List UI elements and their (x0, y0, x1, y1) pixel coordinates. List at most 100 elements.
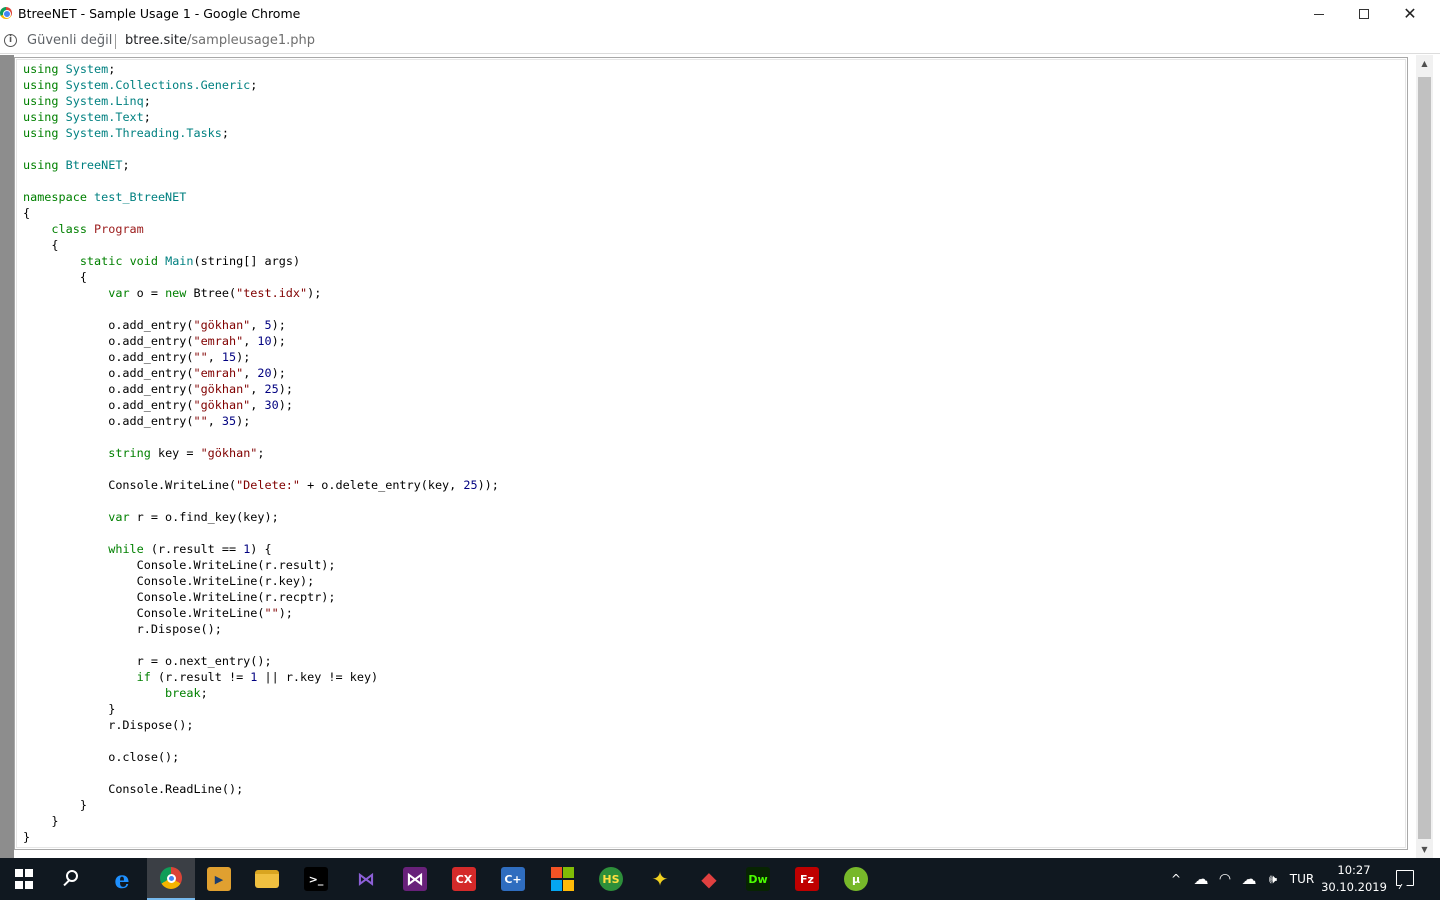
code-line: class Program (23, 221, 499, 237)
code-line: { (23, 205, 499, 221)
close-button[interactable]: ✕ (1387, 0, 1433, 28)
code-token: using (23, 158, 59, 172)
code-token: } (23, 798, 87, 812)
code-line: o.add_entry("", 15); (23, 349, 499, 365)
chevron-up-icon: ^ (1170, 872, 1182, 886)
language-indicator[interactable]: TUR (1287, 858, 1317, 900)
code-token: void (129, 254, 158, 268)
scrollbar-thumb[interactable] (1418, 77, 1431, 839)
scroll-up-arrow-icon[interactable]: ▲ (1416, 55, 1433, 72)
taskbar-item-edge[interactable]: e (98, 858, 146, 900)
cpp-builder-icon: C+ (501, 867, 525, 891)
code-token: ) { (250, 542, 272, 556)
cloud-upload-tray-button[interactable]: ☁ (1238, 858, 1260, 900)
scroll-down-arrow-icon[interactable]: ▼ (1416, 841, 1433, 858)
taskbar-item-red-app[interactable]: ◆ (685, 858, 733, 900)
maximize-button[interactable] (1341, 0, 1387, 28)
vertical-scrollbar[interactable]: ▲ ▼ (1416, 55, 1433, 858)
taskbar-item-vs[interactable]: ⋈ (391, 858, 439, 900)
code-line: o.add_entry("gökhan", 5); (23, 317, 499, 333)
code-line: while (r.result == 1) { (23, 541, 499, 557)
code-token: ); (271, 334, 286, 348)
code-line: break; (23, 685, 499, 701)
code-line: using System; (23, 61, 499, 77)
code-token: , (207, 414, 222, 428)
volume-tray-button[interactable]: 🕪 (1262, 858, 1284, 900)
dreamweaver-icon: Dw (746, 867, 770, 891)
code-line: r = o.next_entry(); (23, 653, 499, 669)
code-token: o.add_entry( (23, 414, 194, 428)
taskbar-item-media[interactable]: ▶ (195, 858, 243, 900)
minimize-button[interactable] (1296, 0, 1342, 28)
code-token: "gökhan" (193, 382, 251, 396)
code-token: System.Collections.Generic (65, 78, 251, 92)
code-token: o.add_entry( (23, 382, 194, 396)
red-app-icon: ◆ (701, 867, 717, 891)
tray-chevron-button[interactable]: ^ (1166, 858, 1186, 900)
code-token: ; (250, 78, 258, 92)
code-token: (r.result != (150, 670, 251, 684)
code-token: System (65, 62, 109, 76)
chrome-icon (160, 867, 182, 889)
network-tray-button[interactable]: ◠ (1214, 858, 1236, 900)
security-status[interactable]: Güvenli değil (27, 33, 112, 48)
code-line: string key = "gökhan"; (23, 445, 499, 461)
info-icon[interactable]: i (4, 34, 17, 47)
code-token: var (108, 286, 130, 300)
taskbar-item-cx[interactable]: CX (440, 858, 488, 900)
url-field[interactable]: btree.site/sampleusage1.php (125, 33, 315, 48)
taskbar-item-dreamweaver[interactable]: Dw (734, 858, 782, 900)
code-token: + o.delete_entry(key, (300, 478, 464, 492)
code-line: r.Dispose(); (23, 717, 499, 733)
search-icon (59, 867, 83, 891)
code-token: 10 (257, 334, 272, 348)
address-bar[interactable]: i Güvenli değil btree.site/sampleusage1.… (0, 28, 1440, 54)
code-token: || r.key != key) (257, 670, 379, 684)
code-line: using BtreeNET; (23, 157, 499, 173)
taskbar-item-tool[interactable]: ✦ (636, 858, 684, 900)
taskbar-item-cppbuilder[interactable]: C+ (489, 858, 537, 900)
code-line: o.add_entry("", 35); (23, 413, 499, 429)
code-token: using (23, 62, 59, 76)
taskbar: e ▶ >_ ⋈ ⋈ CX C+ HS ✦ ◆ Dw Fz µ ^ ☁ ◠ ☁ 🕪 TUR 10:27 … (0, 858, 1440, 900)
page-gutter (0, 55, 14, 858)
code-token: r = o.find_key(key); (129, 510, 279, 524)
windows-start-icon (12, 867, 36, 891)
taskbar-item-hs[interactable]: HS (587, 858, 635, 900)
visual-studio-2-icon: ⋈ (403, 867, 427, 891)
code-token: ); (271, 366, 286, 380)
clock[interactable]: 10:27 30.10.2019 (1318, 862, 1390, 896)
taskbar-item-vs-code[interactable]: ⋈ (342, 858, 390, 900)
taskbar-item-terminal[interactable]: >_ (292, 858, 340, 900)
terminal-icon: >_ (304, 867, 328, 891)
code-token: ; (143, 110, 151, 124)
code-token: ); (236, 414, 251, 428)
taskbar-item-search[interactable] (47, 858, 95, 900)
code-line: o.add_entry("gökhan", 30); (23, 397, 499, 413)
code-line: namespace test_BtreeNET (23, 189, 499, 205)
taskbar-item-start[interactable] (0, 858, 48, 900)
taskbar-item-chrome[interactable] (147, 858, 195, 900)
code-token: System.Text (65, 110, 144, 124)
code-token: "" (264, 606, 279, 620)
taskbar-item-winapp[interactable] (538, 858, 586, 900)
notification-icon[interactable] (1396, 870, 1414, 886)
code-token: , (243, 366, 258, 380)
code-token: r.Dispose(); (23, 622, 222, 636)
taskbar-item-explorer[interactable] (243, 858, 291, 900)
code-token: 20 (257, 366, 272, 380)
code-token: Btree( (186, 286, 237, 300)
code-token: { (23, 206, 31, 220)
code-token: ; (221, 126, 229, 140)
taskbar-item-filezilla[interactable]: Fz (783, 858, 831, 900)
onedrive-tray-button[interactable]: ☁ (1190, 858, 1212, 900)
code-line: var o = new Btree("test.idx"); (23, 285, 499, 301)
taskbar-item-utorrent[interactable]: µ (832, 858, 880, 900)
title-bar[interactable]: BtreeNET - Sample Usage 1 - Google Chrom… (0, 0, 1440, 28)
